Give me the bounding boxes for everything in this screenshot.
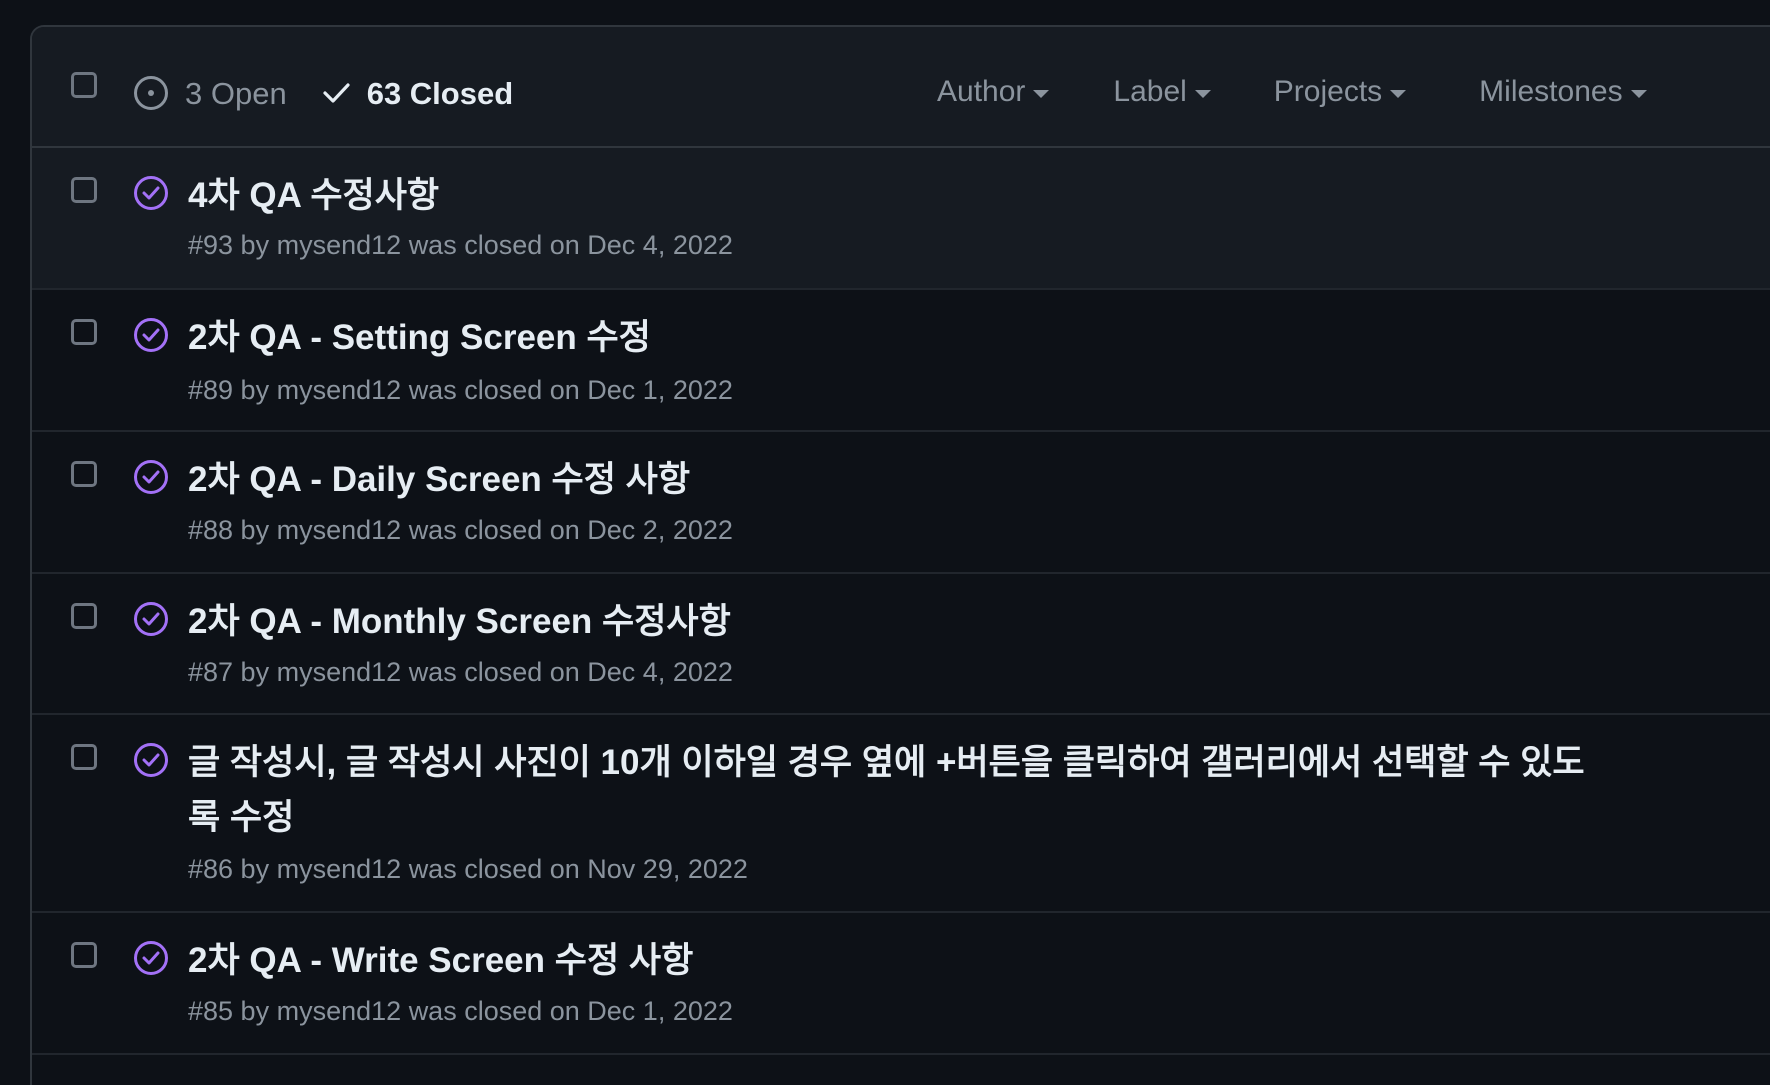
- issue-meta: #85 by mysend12 was closed on Dec 1, 202…: [188, 998, 733, 1025]
- author-link[interactable]: mysend12: [277, 854, 402, 884]
- issue-closed-icon: [134, 176, 168, 210]
- milestones-filter[interactable]: Milestones: [1479, 75, 1647, 108]
- issue-title-link[interactable]: 글 작성시, 글 작성시 사진이 10개 이하일 경우 옆에 +버튼을 클릭하여…: [188, 735, 1608, 845]
- projects-filter-label: Projects: [1273, 75, 1383, 108]
- issue-number-text: #89 by: [188, 375, 270, 405]
- author-filter-label: Author: [937, 75, 1026, 108]
- closed-date-text: was closed on Dec 1, 2022: [408, 996, 733, 1026]
- issues-list-header: 3 Open 63 Closed Author Label Projects M…: [32, 27, 1770, 148]
- issue-title-link[interactable]: 4차 QA 수정사항: [188, 168, 1608, 223]
- caret-down-icon: [1390, 89, 1407, 98]
- label-filter[interactable]: Label: [1113, 75, 1211, 108]
- issue-meta: #89 by mysend12 was closed on Dec 1, 202…: [188, 377, 733, 404]
- projects-filter[interactable]: Projects: [1273, 75, 1407, 108]
- issue-number-text: #93 by: [188, 230, 270, 260]
- issue-number-text: #88 by: [188, 515, 270, 545]
- issue-row[interactable]: 2차 QA - Write Screen 수정 사항 #85 by mysend…: [32, 913, 1770, 1055]
- author-link[interactable]: mysend12: [277, 375, 402, 405]
- issue-closed-icon: [134, 318, 168, 352]
- issue-meta: #88 by mysend12 was closed on Dec 2, 202…: [188, 517, 733, 544]
- milestones-filter-label: Milestones: [1479, 75, 1623, 108]
- issue-checkbox[interactable]: [71, 603, 97, 629]
- issue-state-toggle: 3 Open 63 Closed: [133, 75, 513, 111]
- issue-title-link[interactable]: 2차 QA - Write Screen 수정 사항: [188, 933, 1608, 988]
- closed-date-text: was closed on Dec 4, 2022: [408, 230, 733, 260]
- issue-number-text: #87 by: [188, 657, 270, 687]
- open-issues-label: 3 Open: [185, 75, 287, 111]
- select-all-checkbox[interactable]: [71, 72, 97, 98]
- issue-row[interactable]: 글 작성시, 글 작성시 사진이 10개 이하일 경우 옆에 +버튼을 클릭하여…: [32, 715, 1770, 913]
- issue-checkbox[interactable]: [71, 319, 97, 345]
- issue-checkbox[interactable]: [71, 744, 97, 770]
- issue-number-text: #85 by: [188, 996, 270, 1026]
- author-link[interactable]: mysend12: [277, 657, 402, 687]
- closed-issues-label: 63 Closed: [366, 75, 514, 111]
- author-link[interactable]: mysend12: [277, 230, 402, 260]
- issue-checkbox[interactable]: [71, 177, 97, 203]
- issue-number-text: #86 by: [188, 854, 270, 884]
- closed-date-text: was closed on Nov 29, 2022: [408, 854, 748, 884]
- issue-checkbox[interactable]: [71, 942, 97, 968]
- caret-down-icon: [1630, 89, 1647, 98]
- caret-down-icon: [1194, 89, 1211, 98]
- issue-checkbox[interactable]: [71, 461, 97, 487]
- caret-down-icon: [1033, 89, 1050, 98]
- issue-title-link[interactable]: 2차 QA - Setting Screen 수정: [188, 310, 1608, 365]
- issue-closed-icon: [134, 460, 168, 494]
- issue-closed-icon: [134, 743, 168, 777]
- issue-row[interactable]: 2차 QA - Setting Screen 수정 #89 by mysend1…: [32, 290, 1770, 432]
- issue-opened-icon: [134, 76, 168, 110]
- issue-title-link[interactable]: 2차 QA - Daily Screen 수정 사항: [188, 452, 1608, 507]
- author-link[interactable]: mysend12: [277, 515, 402, 545]
- filter-bar: Author Label Projects Milestones: [937, 77, 1647, 107]
- issue-meta: #86 by mysend12 was closed on Nov 29, 20…: [188, 856, 748, 883]
- issues-list-box: 3 Open 63 Closed Author Label Projects M…: [30, 25, 1770, 1085]
- issue-row[interactable]: 2차 QA - Daily Screen 수정 사항 #88 by mysend…: [32, 432, 1770, 574]
- author-link[interactable]: mysend12: [277, 996, 402, 1026]
- issue-meta: #87 by mysend12 was closed on Dec 4, 202…: [188, 659, 733, 686]
- issue-row[interactable]: 4차 QA 수정사항 #93 by mysend12 was closed on…: [32, 148, 1770, 290]
- label-filter-label: Label: [1113, 75, 1187, 108]
- issue-title-link[interactable]: 2차 QA - Monthly Screen 수정사항: [188, 594, 1608, 649]
- closed-issues-link[interactable]: 63 Closed: [321, 78, 513, 109]
- closed-date-text: was closed on Dec 2, 2022: [408, 515, 733, 545]
- closed-date-text: was closed on Dec 1, 2022: [408, 375, 733, 405]
- check-icon: [323, 83, 350, 103]
- open-issues-link[interactable]: 3 Open: [133, 75, 287, 111]
- issue-closed-icon: [134, 602, 168, 636]
- issue-row[interactable]: 2차 QA - Monthly Screen 수정사항 #87 by mysen…: [32, 574, 1770, 715]
- issue-closed-icon: [134, 941, 168, 975]
- author-filter[interactable]: Author: [937, 75, 1050, 108]
- issue-meta: #93 by mysend12 was closed on Dec 4, 202…: [188, 232, 733, 259]
- closed-date-text: was closed on Dec 4, 2022: [408, 657, 733, 687]
